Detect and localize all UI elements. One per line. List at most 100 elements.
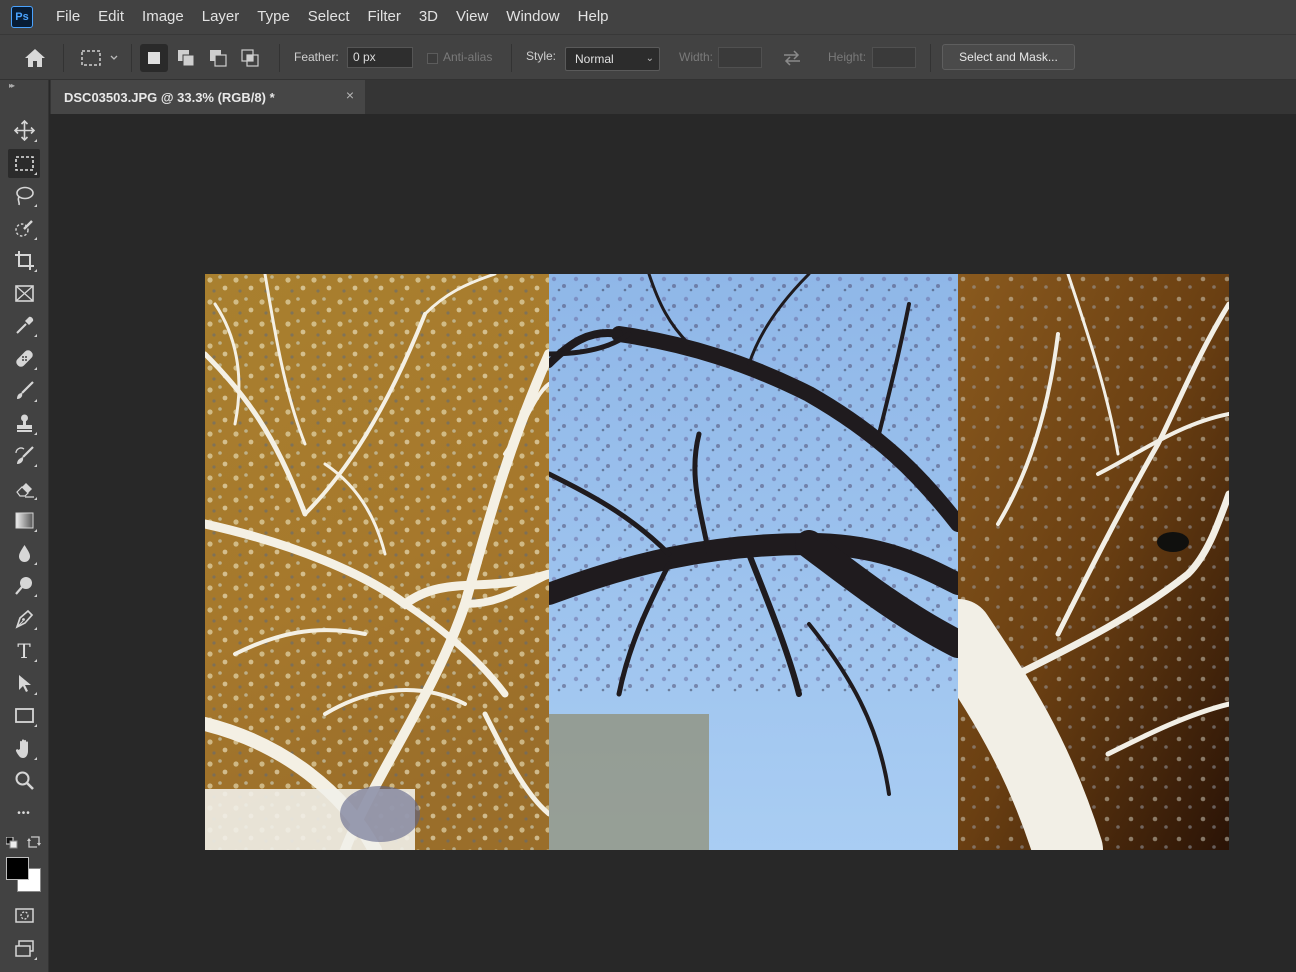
menu-filter[interactable]: Filter (359, 0, 410, 34)
marquee-icon (14, 156, 34, 171)
menu-select[interactable]: Select (299, 0, 359, 34)
options-bar: Feather: 0 px Anti-alias Style: Normal ⌄… (0, 34, 1296, 80)
height-label: Height: (828, 50, 867, 64)
gradient-icon (15, 512, 33, 529)
swap-colors-icon (27, 836, 41, 848)
menu-file[interactable]: File (47, 0, 89, 34)
style-value: Normal (575, 52, 614, 66)
bandage-icon (15, 350, 33, 367)
hand-icon (15, 739, 28, 758)
image-panel-center (549, 274, 958, 850)
menu-layer[interactable]: Layer (193, 0, 249, 34)
rectangular-marquee-tool[interactable] (8, 149, 40, 178)
tool-group-indicator (34, 399, 37, 402)
foreground-color-swatch[interactable] (6, 857, 29, 880)
type-tool[interactable]: T (8, 636, 40, 665)
menu-help[interactable]: Help (569, 0, 618, 34)
gradient-tool[interactable] (8, 506, 40, 535)
tool-group-indicator (34, 757, 37, 760)
history-brush-tool[interactable] (8, 441, 40, 470)
eyedropper-tool[interactable] (8, 311, 40, 340)
new-selection-button[interactable] (140, 44, 168, 72)
menu-image[interactable]: Image (133, 0, 193, 34)
magnifier-icon (15, 771, 34, 790)
eyedropper-icon (15, 316, 33, 334)
document-canvas[interactable] (205, 274, 1229, 850)
add-to-selection-button[interactable] (172, 44, 200, 72)
menu-view[interactable]: View (447, 0, 497, 34)
spot-healing-brush-tool[interactable] (8, 344, 40, 373)
home-button[interactable] (20, 44, 50, 72)
new-selection-icon (148, 52, 160, 64)
tool-group-indicator (34, 659, 37, 662)
frame-tool[interactable] (8, 279, 40, 308)
swap-width-height-button[interactable] (780, 47, 804, 69)
image-panel-right (958, 274, 1229, 850)
default-colors-button[interactable] (5, 836, 18, 849)
eraser-tool[interactable] (8, 474, 40, 503)
width-label: Width: (679, 50, 714, 64)
separator (131, 44, 132, 72)
move-tool[interactable] (8, 116, 40, 145)
lasso-tool[interactable] (8, 181, 40, 210)
water-drop-icon (18, 545, 30, 562)
quick-selection-icon (14, 220, 33, 237)
rectangle-tool[interactable] (8, 701, 40, 730)
swap-colors-button[interactable] (27, 835, 41, 849)
menu-edit[interactable]: Edit (89, 0, 133, 34)
select-and-mask-button[interactable]: Select and Mask... (942, 44, 1075, 70)
tools-panel: ▸▸ T ••• (0, 80, 49, 972)
brush-tool[interactable] (8, 376, 40, 405)
menu-window[interactable]: Window (497, 0, 568, 34)
close-icon[interactable]: × (346, 87, 354, 103)
tool-group-indicator (34, 464, 37, 467)
path-selection-tool[interactable] (8, 669, 40, 698)
marquee-preset-icon (81, 50, 118, 66)
document-tab[interactable]: DSC03503.JPG @ 33.3% (RGB/8) * × (51, 80, 365, 114)
tool-group-indicator (34, 204, 37, 207)
tool-group-indicator (34, 562, 37, 565)
canvas-area[interactable] (50, 114, 1296, 972)
clone-stamp-tool[interactable] (8, 409, 40, 438)
feather-input[interactable]: 0 px (347, 47, 413, 68)
anti-alias-checkbox[interactable] (427, 53, 438, 64)
intersect-selection-icon (241, 49, 259, 67)
separator (63, 44, 64, 72)
tool-group-indicator (34, 334, 37, 337)
anti-alias-label: Anti-alias (443, 50, 493, 64)
blur-tool[interactable] (8, 539, 40, 568)
menu-type[interactable]: Type (248, 0, 299, 34)
subtract-selection-icon (210, 50, 227, 67)
pen-icon (15, 609, 33, 629)
tool-group-indicator (34, 172, 37, 175)
screen-mode-icon (14, 940, 34, 957)
inverted-tree-image-left (205, 274, 549, 850)
pen-tool[interactable] (8, 604, 40, 633)
style-dropdown[interactable]: Normal ⌄ (565, 47, 660, 71)
tool-group-indicator (34, 529, 37, 532)
edit-toolbar-button[interactable]: ••• (8, 799, 40, 828)
intersect-selection-button[interactable] (236, 44, 264, 72)
width-input[interactable] (718, 47, 762, 68)
collapse-panel-icon[interactable]: ▸▸ (9, 81, 15, 90)
quick-mask-button[interactable] (8, 901, 40, 930)
quick-selection-tool[interactable] (8, 214, 40, 243)
height-input[interactable] (872, 47, 916, 68)
chevron-down-icon: ⌄ (645, 53, 654, 64)
screen-mode-button[interactable] (8, 934, 40, 963)
subtract-from-selection-button[interactable] (204, 44, 232, 72)
arrow-pointer-icon (18, 675, 31, 692)
type-icon: T (17, 638, 31, 663)
eraser-icon (15, 483, 34, 498)
photoshop-logo[interactable]: Ps (11, 6, 33, 28)
menu-3d[interactable]: 3D (410, 0, 447, 34)
menu-bar: Ps File Edit Image Layer Type Select Fil… (0, 0, 1296, 34)
dodge-tool[interactable] (8, 571, 40, 600)
style-label: Style: (526, 49, 557, 63)
zoom-tool[interactable] (8, 766, 40, 795)
document-tab-strip: DSC03503.JPG @ 33.3% (RGB/8) * × (50, 80, 1296, 114)
tool-group-indicator (34, 594, 37, 597)
tool-preset-picker[interactable] (74, 44, 124, 72)
hand-tool[interactable] (8, 734, 40, 763)
crop-tool[interactable] (8, 246, 40, 275)
